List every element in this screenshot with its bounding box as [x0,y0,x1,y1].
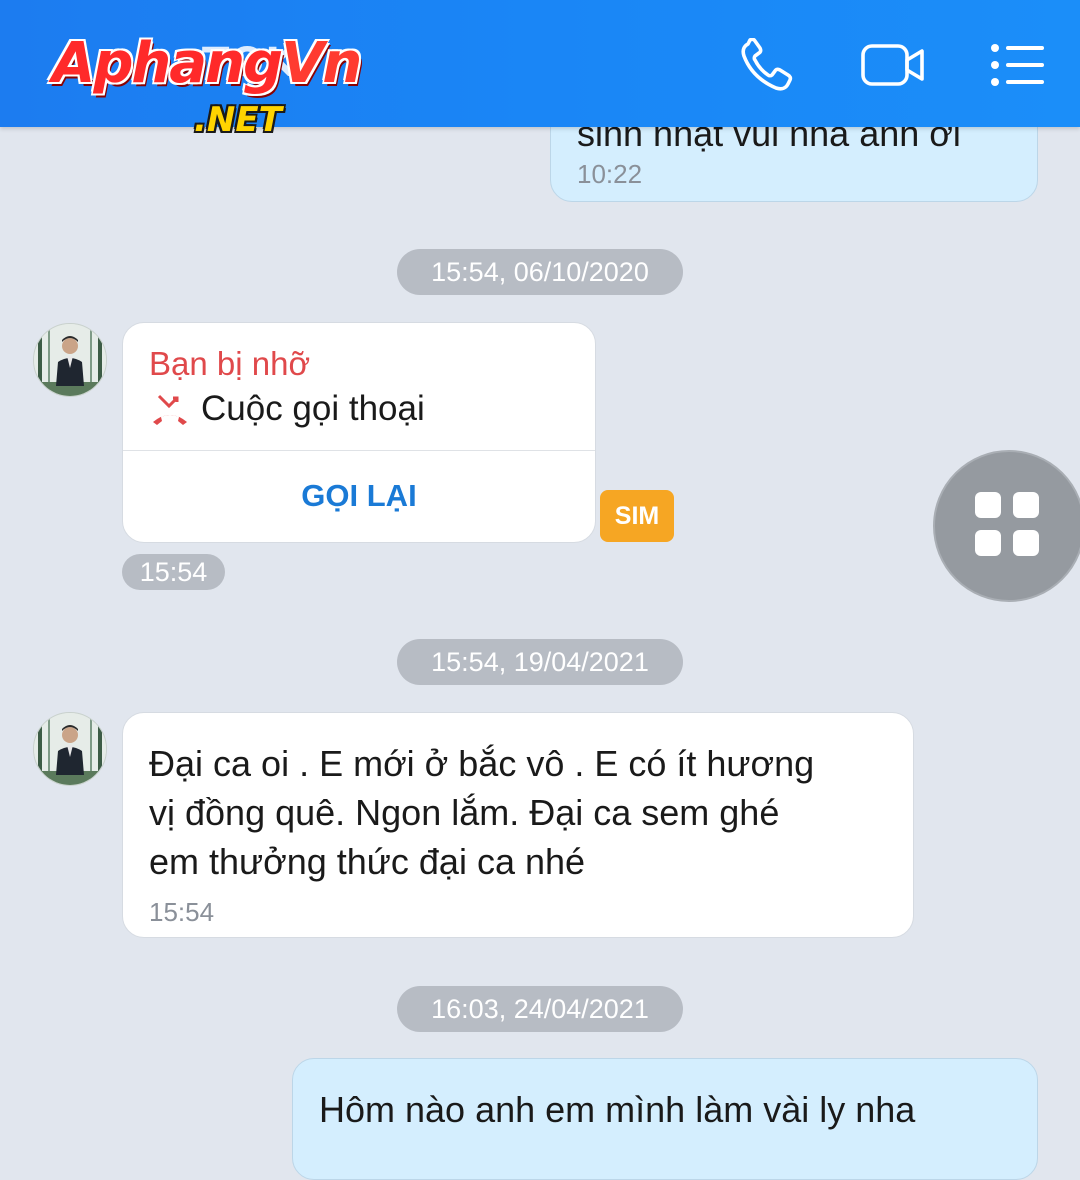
date-separator: 16:03, 24/04/2021 [397,986,683,1032]
outgoing-message-bottom[interactable]: Hôm nào anh em mình làm vài ly nha [292,1058,1038,1180]
message-text: Hôm nào anh em mình làm vài ly nha [319,1089,916,1130]
missed-call-icon [153,394,187,425]
site-logo: TOK AphangVn .NET [52,34,392,144]
message-time-pill: 15:54 [122,554,225,590]
call-button[interactable] [738,37,796,92]
missed-call-subtitle: Cuộc gọi thoại [201,389,425,428]
list-menu-icon [991,44,1044,86]
menu-button[interactable] [990,38,1048,92]
floating-apps-button[interactable] [933,450,1080,602]
incoming-message[interactable]: Đại ca oi . E mới ở bắc vô . E có ít hươ… [122,712,914,938]
person-avatar-icon [34,324,106,396]
avatar[interactable] [33,323,107,397]
person-avatar-icon [34,713,106,785]
message-line: em thưởng thức đại ca nhé [149,841,586,882]
missed-call-subtitle-row: Cuộc gọi thoại [149,389,425,429]
call-back-button[interactable]: GỌI LẠI [123,451,595,541]
message-time: 10:22 [577,159,643,189]
missed-call-title: Bạn bị nhỡ [149,345,311,382]
avatar[interactable] [33,712,107,786]
date-separator: 15:54, 06/10/2020 [397,249,683,295]
logo-sub-text: .NET [194,100,282,140]
sim-badge: SIM [600,490,674,542]
logo-main-text: AphangVn [52,31,362,96]
phone-icon [741,37,793,91]
date-separator: 15:54, 19/04/2021 [397,639,683,685]
message-line: Đại ca oi . E mới ở bắc vô . E có ít hươ… [149,743,815,784]
message-line: vị đồng quê. Ngon lắm. Đại ca sem ghé [149,792,780,833]
grid-apps-icon [975,492,1039,556]
video-call-button[interactable] [860,38,926,92]
missed-call-card: Bạn bị nhỡ Cuộc gọi thoại GỌI LẠI [122,322,596,543]
video-camera-icon [861,44,924,86]
message-time: 15:54 [149,897,215,927]
